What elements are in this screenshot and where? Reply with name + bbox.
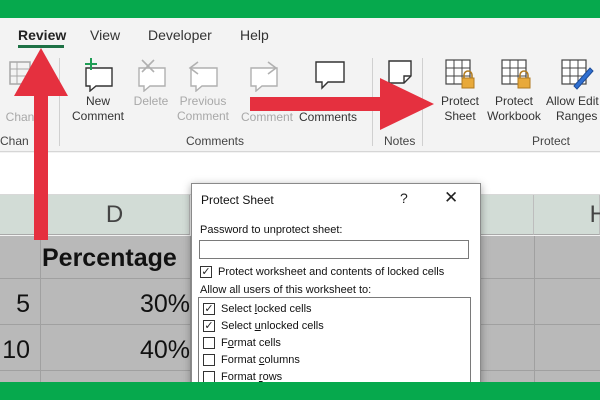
up-arrow xyxy=(14,48,68,240)
frame-band-top xyxy=(0,0,600,18)
excel-window: Review View Developer Help Chan Chan New… xyxy=(0,0,600,400)
frame-band-bottom xyxy=(0,382,600,400)
right-arrow xyxy=(250,78,434,130)
annotation-arrows xyxy=(14,48,434,240)
